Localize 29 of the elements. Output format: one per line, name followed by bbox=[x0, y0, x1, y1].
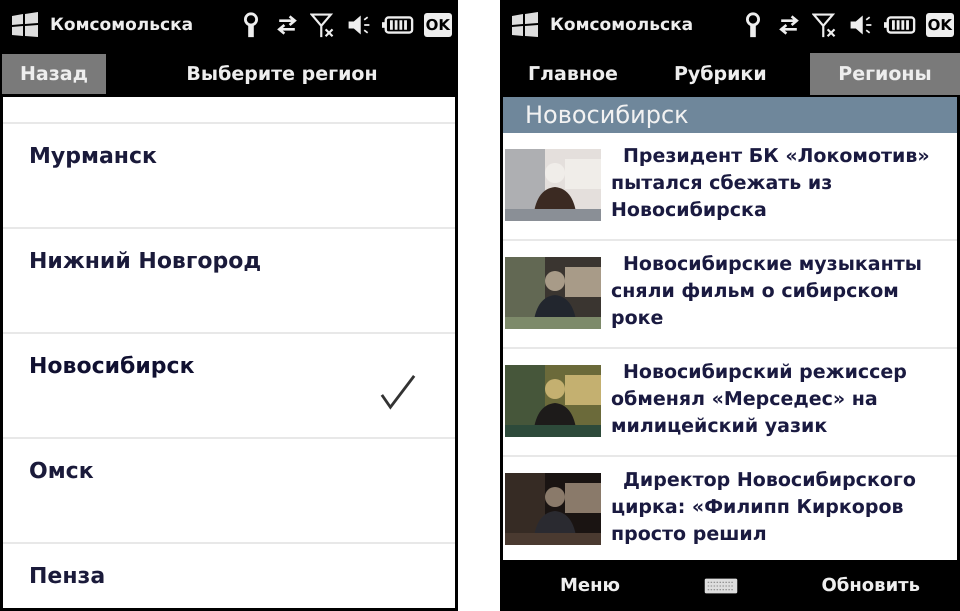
battery-icon bbox=[382, 15, 414, 35]
region-item[interactable]: Пенза bbox=[3, 544, 455, 608]
tab[interactable]: Регионы bbox=[810, 52, 960, 94]
ok-button[interactable]: OK bbox=[926, 13, 954, 37]
news-headline[interactable]: Директор Новосибирского цирка: «Филипп Киркоров просто решил bbox=[611, 467, 951, 548]
no-signal-icon bbox=[812, 11, 838, 39]
ok-button[interactable]: OK bbox=[424, 13, 452, 37]
tab[interactable]: Главное bbox=[508, 52, 638, 94]
battery-icon bbox=[884, 15, 916, 35]
windows-logo-icon bbox=[510, 11, 540, 39]
region-item[interactable]: Нижний Новгород bbox=[3, 229, 455, 334]
status-title: Комсомольска bbox=[50, 15, 194, 35]
news-headline[interactable]: Новосибирский режиссер обменял «Мерседес» на милицейский уазик bbox=[611, 359, 951, 440]
region-item[interactable]: Мурманск bbox=[3, 124, 455, 229]
checkmark-icon bbox=[379, 374, 417, 412]
status-title: Комсомольска bbox=[550, 15, 694, 35]
region-item[interactable]: Омск bbox=[3, 439, 455, 544]
menu-softkey[interactable]: Меню bbox=[554, 574, 626, 597]
back-button[interactable]: Назад bbox=[2, 54, 106, 94]
tab[interactable]: Рубрики bbox=[654, 52, 787, 94]
region-item[interactable]: Новосибирск bbox=[3, 334, 455, 439]
keyboard-icon[interactable] bbox=[704, 576, 738, 594]
screen-title: Выберите регион bbox=[185, 62, 379, 84]
news-headline[interactable]: Президент БК «Локомотив» пытался сбежать из Новосибирска bbox=[611, 143, 951, 224]
windows-logo-icon bbox=[10, 11, 40, 39]
refresh-softkey[interactable]: Обновить bbox=[816, 574, 926, 597]
news-headline[interactable]: Новосибирские музыканты сняли фильм о сибирском роке bbox=[611, 251, 951, 332]
no-signal-icon bbox=[310, 11, 336, 39]
section-header: Новосибирск bbox=[503, 97, 957, 133]
